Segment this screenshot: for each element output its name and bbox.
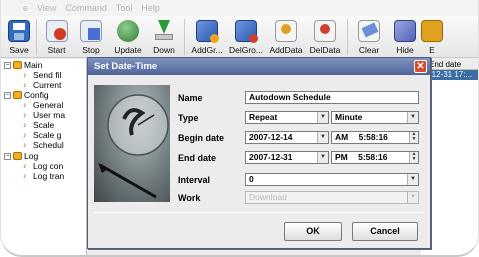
- chevron-down-icon[interactable]: ▼: [407, 174, 418, 185]
- item-icon: ♪: [23, 131, 27, 139]
- chevron-down-icon[interactable]: ▼: [317, 132, 328, 143]
- tree-node-main[interactable]: − Main: [4, 60, 42, 70]
- chevron-down-icon[interactable]: ▼: [317, 112, 328, 123]
- menu-help[interactable]: Help: [141, 3, 160, 13]
- delete-data-button[interactable]: DelData: [306, 16, 344, 58]
- tree-item[interactable]: ♪ Log tran: [23, 171, 64, 181]
- dialog-title-bar: Set Date-Time ✕: [88, 58, 430, 75]
- tree-node-log[interactable]: − Log: [4, 151, 38, 161]
- tree-item[interactable]: ♪ User ma: [23, 110, 65, 120]
- chevron-down-icon[interactable]: ▼: [407, 112, 418, 123]
- update-icon: [117, 20, 139, 42]
- tree-item[interactable]: ♪ Log con: [23, 161, 63, 171]
- work-label: Work: [178, 193, 201, 203]
- clock-photo: [94, 85, 170, 202]
- begin-time-picker[interactable]: AM 5:58:16 ▲ ▼: [331, 131, 419, 144]
- item-icon: ♪: [23, 162, 27, 170]
- folder-icon: [13, 152, 22, 160]
- tree-item[interactable]: ♪ Scale: [23, 120, 54, 130]
- menu-file[interactable]: e: [23, 3, 28, 13]
- delete-group-button[interactable]: DelGro...: [226, 16, 266, 58]
- stop-icon: [80, 20, 102, 42]
- item-icon: ♪: [23, 71, 27, 79]
- spinner-icon[interactable]: ▲ ▼: [409, 132, 418, 143]
- tree-item[interactable]: ♪ General: [23, 100, 63, 110]
- navigation-tree: − Main ♪ Send fil ♪ Current − Config ♪ G…: [1, 59, 87, 255]
- add-group-icon: [196, 20, 219, 43]
- toolbar-separator: [347, 19, 348, 55]
- dialog-title: Set Date-Time: [94, 61, 158, 72]
- add-data-icon: [275, 20, 297, 42]
- menu-bar: e View Command Tool Help: [1, 0, 478, 16]
- hide-button[interactable]: Hide: [387, 16, 423, 58]
- clear-icon: [358, 20, 380, 42]
- clear-button[interactable]: Clear: [351, 16, 387, 58]
- tree-item[interactable]: ♪ Current: [23, 80, 61, 90]
- begin-date-label: Begin date: [178, 133, 225, 143]
- name-field[interactable]: Autodown Schedule: [245, 91, 419, 104]
- exit-icon: [421, 20, 443, 42]
- folder-icon: [13, 61, 22, 69]
- tree-node-config[interactable]: − Config: [4, 90, 49, 100]
- collapse-icon[interactable]: −: [4, 61, 11, 69]
- delete-data-icon: [314, 20, 336, 42]
- down-icon: [153, 20, 175, 42]
- start-button[interactable]: Start: [40, 16, 73, 58]
- collapse-icon[interactable]: −: [4, 91, 11, 99]
- set-date-time-dialog: Set Date-Time ✕ Name Autodown Schedule T…: [87, 57, 431, 249]
- end-date-picker[interactable]: 2007-12-31 ▼: [245, 151, 329, 164]
- save-icon: [8, 20, 30, 42]
- tree-item[interactable]: ♪ Scale g: [23, 130, 61, 140]
- divider: [94, 212, 424, 213]
- interval-select[interactable]: 0 ▼: [245, 173, 419, 186]
- begin-date-picker[interactable]: 2007-12-14 ▼: [245, 131, 329, 144]
- toolbar-separator: [36, 19, 37, 55]
- save-button[interactable]: Save: [5, 16, 33, 58]
- hide-icon: [394, 20, 416, 42]
- folder-icon: [13, 91, 22, 99]
- add-data-button[interactable]: AddData: [266, 16, 306, 58]
- item-icon: ♪: [23, 101, 27, 109]
- app-window: e View Command Tool Help Save Start Stop: [0, 0, 479, 257]
- type-label: Type: [178, 113, 199, 123]
- tree-item[interactable]: ♪ Schedul: [23, 140, 64, 150]
- item-icon: ♪: [23, 111, 27, 119]
- stop-button[interactable]: Stop: [73, 16, 109, 58]
- item-icon: ♪: [23, 121, 27, 129]
- chevron-down-icon: ▼: [407, 192, 418, 203]
- down-button[interactable]: Down: [147, 16, 181, 58]
- work-select: Download ▼: [245, 191, 419, 204]
- toolbar-separator: [184, 19, 185, 55]
- update-button[interactable]: Update: [109, 16, 147, 58]
- cancel-button[interactable]: Cancel: [352, 222, 418, 241]
- interval-unit-select[interactable]: Minute ▼: [331, 111, 419, 124]
- type-select[interactable]: Repeat ▼: [245, 111, 329, 124]
- collapse-icon[interactable]: −: [4, 152, 11, 160]
- end-date-label: End date: [178, 153, 217, 163]
- menu-tool[interactable]: Tool: [116, 3, 133, 13]
- ok-button[interactable]: OK: [284, 222, 342, 241]
- add-group-button[interactable]: AddGr...: [188, 16, 226, 58]
- item-icon: ♪: [23, 81, 27, 89]
- delete-group-icon: [235, 20, 258, 43]
- item-icon: ♪: [23, 172, 27, 180]
- tree-item[interactable]: ♪ Send fil: [23, 70, 61, 80]
- item-icon: ♪: [23, 141, 27, 149]
- menu-view[interactable]: View: [37, 3, 56, 13]
- interval-label: Interval: [178, 175, 211, 185]
- start-icon: [45, 20, 68, 42]
- toolbar: Save Start Stop Update Down AddGr... Del…: [1, 16, 478, 58]
- spinner-icon[interactable]: ▲ ▼: [409, 152, 418, 163]
- end-time-picker[interactable]: PM 5:58:16 ▲ ▼: [331, 151, 419, 164]
- menu-command[interactable]: Command: [65, 3, 107, 13]
- chevron-down-icon[interactable]: ▼: [317, 152, 328, 163]
- close-icon[interactable]: ✕: [414, 60, 427, 73]
- exit-button[interactable]: E: [421, 16, 443, 58]
- name-label: Name: [178, 93, 203, 103]
